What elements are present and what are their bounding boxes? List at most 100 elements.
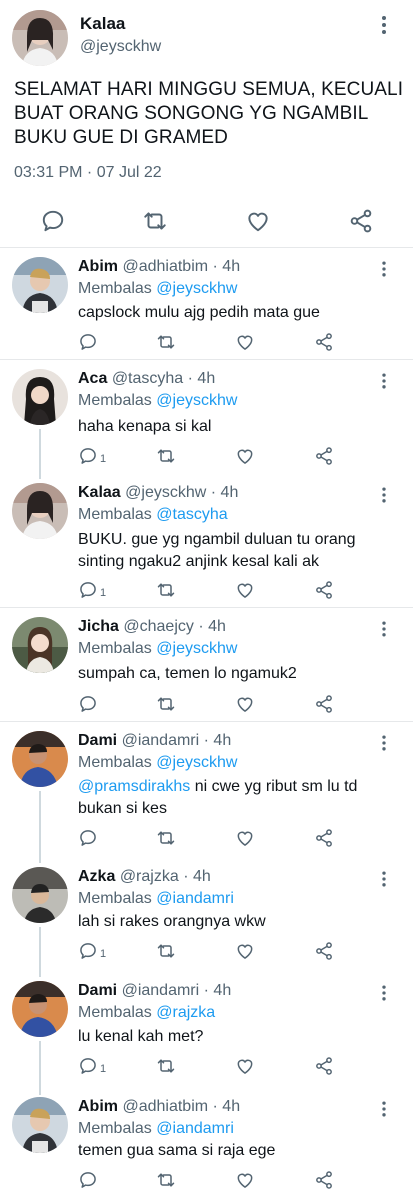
author-handle[interactable]: @tascyha bbox=[112, 370, 183, 387]
reply-button[interactable] bbox=[78, 827, 100, 849]
retweet-button[interactable] bbox=[156, 1169, 176, 1191]
mention-link[interactable]: @iandamri bbox=[156, 1120, 234, 1137]
replying-to: Membalas @rajzka bbox=[78, 1004, 215, 1022]
mention-link[interactable]: @pramsdirakhs bbox=[78, 778, 190, 795]
author-name[interactable]: Dami bbox=[78, 732, 117, 749]
reply-tweet[interactable]: Dami @iandamri · 4h Membalas @rajzka lu … bbox=[0, 973, 413, 1095]
more-icon[interactable] bbox=[374, 485, 394, 505]
share-icon[interactable] bbox=[348, 208, 374, 234]
more-icon[interactable] bbox=[374, 371, 394, 391]
reply-tweet[interactable]: Jicha @chaejcy · 4h Membalas @jeysckhw s… bbox=[0, 609, 413, 721]
more-icon[interactable] bbox=[374, 619, 394, 639]
share-button[interactable] bbox=[314, 940, 334, 962]
author-name[interactable]: Aca bbox=[78, 370, 107, 387]
retweet-button[interactable] bbox=[156, 445, 176, 467]
replying-label: Membalas bbox=[78, 392, 152, 409]
mention-link[interactable]: @jeysckhw bbox=[156, 754, 237, 771]
author-name[interactable]: Jicha bbox=[78, 618, 119, 635]
avatar[interactable] bbox=[12, 369, 68, 425]
mention-link[interactable]: @jeysckhw bbox=[156, 392, 237, 409]
author-handle[interactable]: @jeysckhw bbox=[125, 484, 206, 501]
reply-text: @pramsdirakhs ni cwe yg ribut sm lu td b… bbox=[78, 776, 398, 820]
share-button[interactable] bbox=[314, 579, 334, 601]
like-button[interactable] bbox=[235, 940, 255, 962]
mention-link[interactable]: @tascyha bbox=[156, 506, 227, 523]
reply-actions bbox=[78, 331, 413, 353]
reply-button[interactable]: 1 bbox=[78, 579, 106, 601]
retweet-icon[interactable] bbox=[142, 208, 168, 234]
replying-to: Membalas @iandamri bbox=[78, 890, 234, 908]
avatar[interactable] bbox=[12, 257, 68, 313]
author-name[interactable]: Abim bbox=[78, 258, 118, 275]
author-handle[interactable]: @adhiatbim bbox=[122, 1098, 208, 1115]
reply-tweet[interactable]: Abim @adhiatbim · 4h Membalas @iandamri … bbox=[0, 1089, 413, 1200]
retweet-button[interactable] bbox=[156, 827, 176, 849]
author-handle[interactable]: @iandamri bbox=[122, 982, 200, 999]
more-icon[interactable] bbox=[372, 13, 396, 37]
mention-link[interactable]: @iandamri bbox=[156, 890, 234, 907]
mention-link[interactable]: @jeysckhw bbox=[156, 640, 237, 657]
reply-button[interactable]: 1 bbox=[78, 1055, 106, 1077]
mention-link[interactable]: @jeysckhw bbox=[156, 280, 237, 297]
retweet-button[interactable] bbox=[156, 940, 176, 962]
author-name[interactable]: Dami bbox=[78, 982, 117, 999]
reply-button[interactable]: 1 bbox=[78, 940, 106, 962]
retweet-button[interactable] bbox=[156, 579, 176, 601]
author-handle[interactable]: @rajzka bbox=[120, 868, 179, 885]
retweet-button[interactable] bbox=[156, 1055, 176, 1077]
avatar[interactable] bbox=[12, 483, 68, 539]
share-icon bbox=[316, 447, 332, 465]
reply-tweet[interactable]: Kalaa @jeysckhw · 4h Membalas @tascyha B… bbox=[0, 475, 413, 607]
author-handle[interactable]: @chaejcy bbox=[123, 618, 194, 635]
like-button[interactable] bbox=[235, 1169, 255, 1191]
like-icon[interactable] bbox=[245, 208, 271, 234]
replying-to: Membalas @jeysckhw bbox=[78, 280, 237, 298]
reply-tweet[interactable]: Dami @iandamri · 4h Membalas @jeysckhw @… bbox=[0, 723, 413, 863]
author-name[interactable]: Abim bbox=[78, 1098, 118, 1115]
like-button[interactable] bbox=[235, 827, 255, 849]
more-icon[interactable] bbox=[374, 1099, 394, 1119]
more-icon[interactable] bbox=[374, 869, 394, 889]
like-button[interactable] bbox=[235, 693, 255, 715]
author-handle[interactable]: @adhiatbim bbox=[122, 258, 208, 275]
share-button[interactable] bbox=[314, 827, 334, 849]
share-button[interactable] bbox=[314, 1055, 334, 1077]
reply-tweet[interactable]: Abim @adhiatbim · 4h Membalas @jeysckhw … bbox=[0, 249, 413, 359]
author-handle[interactable]: @jeysckhw bbox=[80, 38, 161, 56]
like-button[interactable] bbox=[235, 1055, 255, 1077]
like-button[interactable] bbox=[235, 579, 255, 601]
reply-button[interactable] bbox=[78, 693, 100, 715]
author-name[interactable]: Kalaa bbox=[80, 14, 125, 34]
reply-tweet[interactable]: Aca @tascyha · 4h Membalas @jeysckhw hah… bbox=[0, 361, 413, 479]
more-icon[interactable] bbox=[374, 733, 394, 753]
avatar[interactable] bbox=[12, 867, 68, 923]
reply-button[interactable] bbox=[78, 1169, 100, 1191]
reply-header: Kalaa @jeysckhw · 4h bbox=[78, 484, 238, 502]
avatar[interactable] bbox=[12, 981, 68, 1037]
more-icon[interactable] bbox=[374, 259, 394, 279]
retweet-button[interactable] bbox=[156, 693, 176, 715]
reply-icon[interactable] bbox=[40, 208, 66, 234]
reply-button[interactable]: 1 bbox=[78, 445, 106, 467]
share-button[interactable] bbox=[314, 1169, 334, 1191]
like-button[interactable] bbox=[235, 331, 255, 353]
author-handle[interactable]: @iandamri bbox=[122, 732, 200, 749]
like-button[interactable] bbox=[235, 445, 255, 467]
retweet-button[interactable] bbox=[156, 331, 176, 353]
reply-icon bbox=[80, 1172, 96, 1188]
avatar[interactable] bbox=[12, 1097, 68, 1153]
author-name[interactable]: Azka bbox=[78, 868, 115, 885]
tweet-timestamp[interactable]: 03:31 PM · 07 Jul 22 bbox=[14, 164, 162, 182]
avatar[interactable] bbox=[12, 10, 68, 66]
author-name[interactable]: Kalaa bbox=[78, 484, 121, 501]
avatar[interactable] bbox=[12, 731, 68, 787]
share-button[interactable] bbox=[314, 693, 334, 715]
reply-tweet[interactable]: Azka @rajzka · 4h Membalas @iandamri lah… bbox=[0, 859, 413, 977]
reply-text: lu kenal kah met? bbox=[78, 1028, 204, 1045]
share-button[interactable] bbox=[314, 331, 334, 353]
avatar[interactable] bbox=[12, 617, 68, 673]
reply-button[interactable] bbox=[78, 331, 100, 353]
mention-link[interactable]: @rajzka bbox=[156, 1004, 215, 1021]
share-button[interactable] bbox=[314, 445, 334, 467]
more-icon[interactable] bbox=[374, 983, 394, 1003]
